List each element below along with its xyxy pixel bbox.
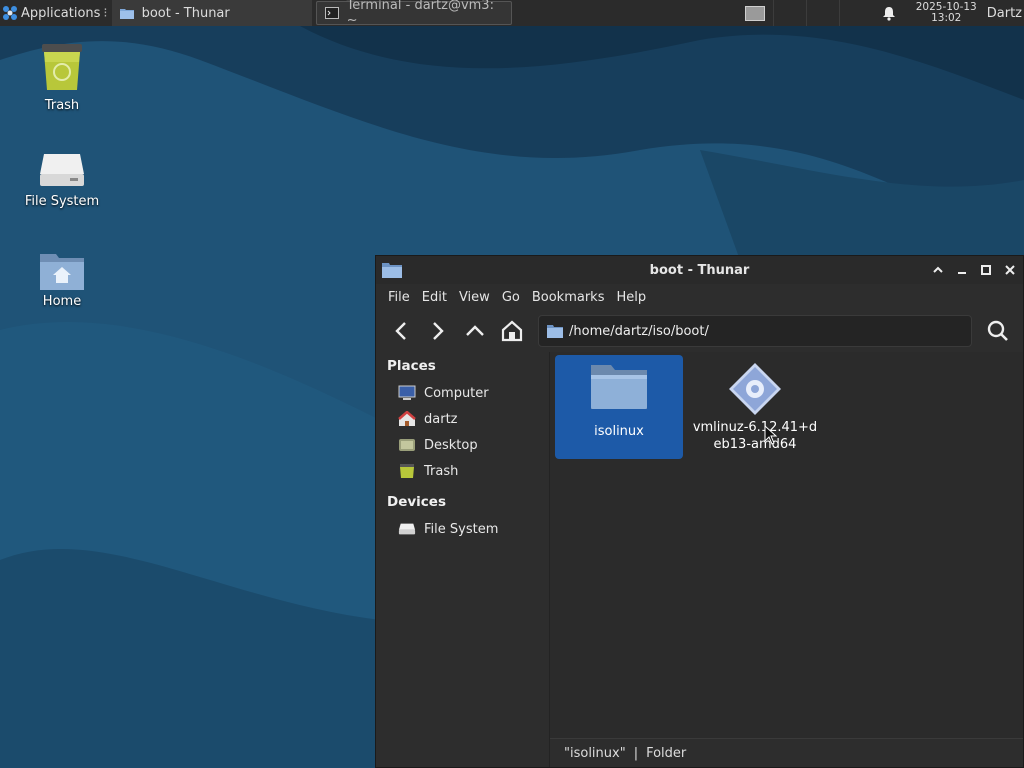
home-button[interactable] <box>495 315 529 347</box>
minimize-icon <box>958 272 966 274</box>
drive-icon <box>40 154 84 186</box>
search-icon <box>987 320 1008 341</box>
user-menu[interactable]: Dartz <box>987 6 1022 21</box>
desktop-icon-home[interactable]: Home <box>7 250 117 309</box>
maximize-icon <box>981 265 991 275</box>
desktop-icon-label: File System <box>24 194 100 209</box>
sidebar-item-label: dartz <box>424 411 458 427</box>
clock[interactable]: 2025-10-13 13:02 <box>916 2 977 24</box>
trash-icon <box>42 44 82 90</box>
file-name-line: vmlinuz-6.12.41+d <box>692 420 818 435</box>
kernel-file-icon <box>729 363 781 415</box>
top-panel: Applications ⁝ boot - Thunar Terminal - … <box>0 0 1024 28</box>
menu-bar: File Edit View Go Bookmarks Help <box>376 284 1023 310</box>
sidebar-item-file-system[interactable]: File System <box>376 516 549 542</box>
status-selection-name: "isolinux" <box>564 745 626 761</box>
location-path: /home/dartz/iso/boot/ <box>569 323 709 339</box>
thunar-window: boot - Thunar File Edit View Go Bookmark… <box>375 255 1024 768</box>
trash-icon <box>398 462 416 480</box>
desktop-icon-label: Home <box>42 294 82 309</box>
window-title: boot - Thunar <box>649 262 750 278</box>
desktop-icon <box>398 436 416 454</box>
sidebar-item-label: Computer <box>424 385 489 401</box>
chevron-up-icon <box>933 266 943 273</box>
sidebar-heading-places: Places <box>387 358 436 374</box>
sidebar-item-dartz[interactable]: dartz <box>376 406 549 432</box>
toolbar: /home/dartz/iso/boot/ <box>376 310 1023 352</box>
menu-go[interactable]: Go <box>496 290 526 305</box>
folder-icon <box>119 7 134 19</box>
taskbar-item-terminal[interactable]: Terminal - dartz@vm3: ~ <box>315 0 512 28</box>
xfce-logo-icon <box>3 6 17 20</box>
terminal-icon <box>324 7 339 19</box>
workspace-switcher[interactable] <box>744 5 765 21</box>
taskbar-item-thunar[interactable]: boot - Thunar <box>111 0 312 26</box>
close-button[interactable] <box>1001 261 1019 279</box>
back-button[interactable] <box>384 315 418 347</box>
location-bar[interactable]: /home/dartz/iso/boot/ <box>538 315 972 347</box>
close-icon <box>1005 265 1015 275</box>
chevron-left-icon <box>395 322 406 340</box>
menu-bookmarks[interactable]: Bookmarks <box>526 290 611 305</box>
status-selection-kind: Folder <box>646 745 687 761</box>
home-icon <box>398 410 416 428</box>
menu-view[interactable]: View <box>453 290 496 305</box>
sidebar-item-label: Trash <box>424 463 459 479</box>
folder-icon <box>591 365 647 409</box>
sidebar-item-trash[interactable]: Trash <box>376 458 549 484</box>
sidebar-item-desktop[interactable]: Desktop <box>376 432 549 458</box>
search-button[interactable] <box>982 315 1014 347</box>
sidebar: Places Computer dartz Desktop Trash Devi… <box>376 352 550 767</box>
sidebar-item-label: File System <box>424 521 499 537</box>
sidebar-heading-devices: Devices <box>387 494 446 510</box>
drive-icon <box>398 520 416 538</box>
home-icon <box>501 320 523 342</box>
minimize-button[interactable] <box>953 261 971 279</box>
window-titlebar[interactable]: boot - Thunar <box>376 256 1023 284</box>
sidebar-item-label: Desktop <box>424 437 478 453</box>
file-item-vmlinuz[interactable]: vmlinuz-6.12.41+d eb13-amd64 <box>691 355 819 459</box>
status-separator: | <box>633 745 639 761</box>
desktop-icon-label: Trash <box>44 98 80 113</box>
file-view[interactable]: isolinux vmlinuz-6.12.41+d eb13-amd64 "i… <box>550 352 1023 767</box>
file-item-label: isolinux <box>594 424 644 439</box>
clock-time: 13:02 <box>931 12 962 24</box>
file-item-isolinux[interactable]: isolinux <box>555 355 683 459</box>
forward-button[interactable] <box>421 315 455 347</box>
desktop-icon-trash[interactable]: Trash <box>7 42 117 113</box>
desktop-icon-file-system[interactable]: File System <box>7 150 117 209</box>
file-name-line: eb13-amd64 <box>713 437 797 452</box>
taskbar-item-label: Terminal - dartz@vm3: ~ <box>346 0 494 28</box>
maximize-button[interactable] <box>977 261 995 279</box>
parent-folder-button[interactable] <box>458 315 492 347</box>
home-folder-icon <box>40 254 84 290</box>
menu-edit[interactable]: Edit <box>416 290 453 305</box>
menu-separator-icon: ⁝ <box>103 5 108 21</box>
folder-icon <box>382 262 402 278</box>
applications-menu-button[interactable]: Applications ⁝ <box>0 0 112 26</box>
shade-button[interactable] <box>929 261 947 279</box>
taskbar-item-label: boot - Thunar <box>141 5 230 21</box>
sidebar-item-computer[interactable]: Computer <box>376 380 549 406</box>
chevron-right-icon <box>433 322 444 340</box>
menu-file[interactable]: File <box>382 290 416 305</box>
mouse-cursor-icon <box>764 425 778 445</box>
file-item-label: vmlinuz-6.12.41+d eb13-amd64 <box>691 419 819 453</box>
notification-bell-icon[interactable] <box>882 6 896 21</box>
applications-label: Applications <box>21 5 101 21</box>
computer-icon <box>398 384 416 402</box>
menu-help[interactable]: Help <box>610 290 652 305</box>
chevron-up-icon <box>466 325 484 336</box>
folder-icon <box>547 325 563 338</box>
status-bar: "isolinux" | Folder <box>550 738 1023 767</box>
